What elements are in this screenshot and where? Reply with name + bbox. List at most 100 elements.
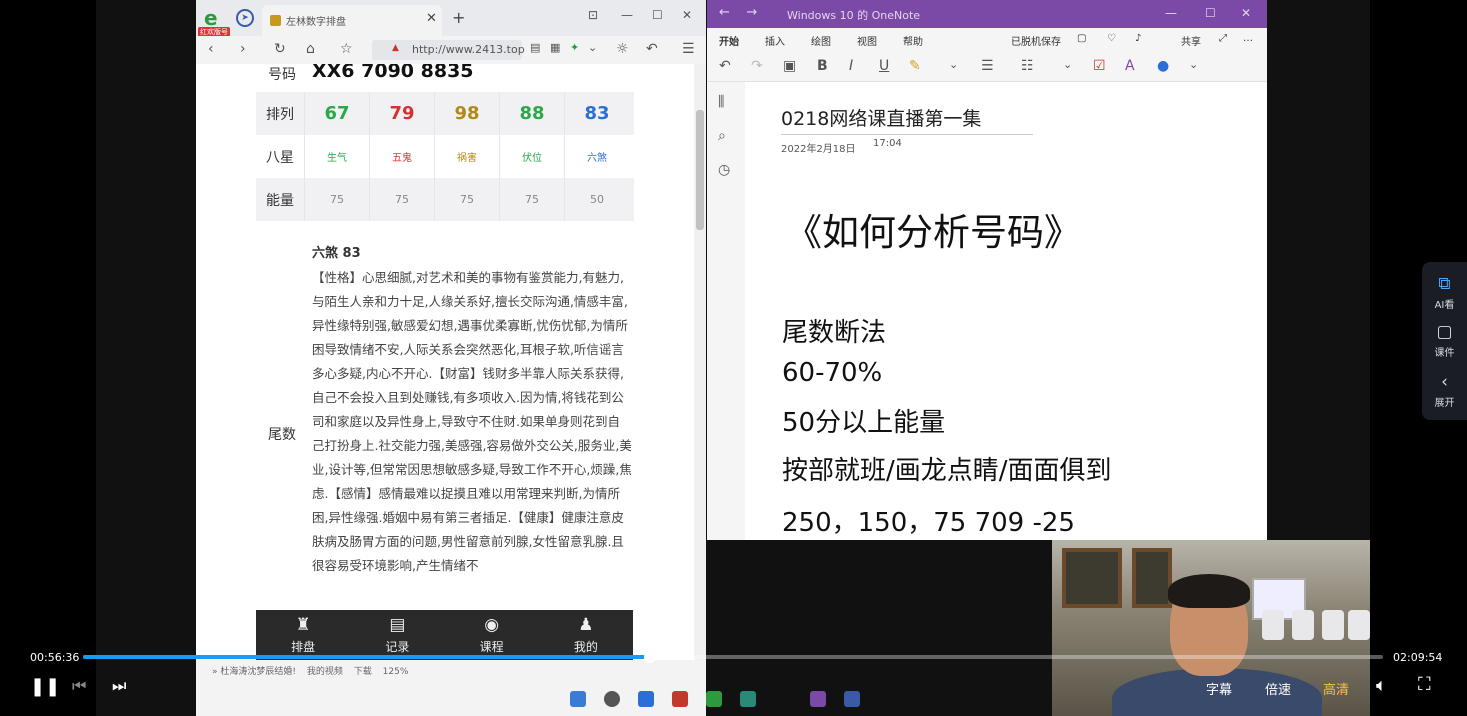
recent-icon: ◷ [718,162,731,178]
energy-cell: 75 [499,178,564,221]
analysis-grid: 排列 67 79 98 88 83 八星 生气 五鬼 祸害 伏位 六煞 能量 7… [256,92,634,221]
app-icon [672,691,688,707]
bullets-icon: ☰ [981,58,994,74]
star-value: 生气 [327,153,347,164]
minimize-icon: — [1165,6,1177,20]
cam-window-frame [1062,548,1122,608]
cam-chair [1292,610,1314,640]
grid-icon: ▦ [550,41,561,54]
pairs-row: 排列 67 79 98 88 83 [256,92,634,135]
search-icon [604,691,620,707]
expand-button[interactable]: ‹ 展开 [1422,372,1467,409]
close-icon: ✕ [1241,6,1252,20]
status-video: 我的视频 [306,667,343,677]
maximize-icon: ☐ [652,8,663,22]
note-line: 60-70% [782,358,883,388]
subtitle-button[interactable]: 字幕 [1206,679,1232,698]
minimize-icon: — [621,8,633,22]
status-zoom: 125% [382,667,409,677]
quality-button[interactable]: 高清 [1323,679,1349,698]
italic-icon: I [849,58,854,74]
pair-value: 79 [389,103,415,124]
fullscreen-icon[interactable]: ⛶ [1418,674,1431,695]
onenote-icon [810,691,826,707]
clipboard-icon: ▣ [783,58,797,74]
seek-bar-handle[interactable] [643,651,656,663]
onenote-nav-arrows-icon: ← → [719,5,758,20]
page-content: 号码 XX6 7090 8835 排列 67 79 98 88 83 八星 生气… [196,64,694,664]
energy-value: 75 [330,193,344,206]
onenote-titlebar: ← → Windows 10 的 OneNote — ☐ ✕ [707,0,1267,28]
pair-cell: 83 [564,92,629,135]
expand-icon: ⤢ [1219,33,1227,44]
number-value: XX6 7090 8835 [312,64,474,82]
pair-cell: 79 [369,92,434,135]
courseware-icon: ▢ [1436,322,1453,342]
browser-tabbar: e 红欢版号 ➤ 左林数字排盘 ✕ + ⊡ — ☐ ✕ [196,0,706,37]
seek-bar[interactable] [83,651,1383,663]
close-tab-icon: ✕ [426,11,437,26]
star-value: 伏位 [522,153,542,164]
tail-label: 尾数 [268,427,296,443]
pair-value: 83 [584,103,610,124]
cam-chair [1322,610,1344,640]
pause-button[interactable]: ❚❚ [30,676,60,697]
bold-icon: B [817,58,828,74]
list-icon: ▤ [389,615,406,635]
previous-button[interactable]: ⏮ [72,676,86,696]
pair-value: 88 [519,103,545,124]
styles-icon: A [1125,58,1135,74]
extension-icon: ✦ [570,41,580,54]
ai-icon: ⧉ [1438,274,1451,294]
volume-icon[interactable]: 🔈︎ [1376,675,1387,696]
star-value: 六煞 [587,153,607,164]
pairs-row-label: 排列 [266,106,294,123]
share-button: 共享 [1181,37,1201,48]
tab-insert: 插入 [765,37,785,48]
tail-title: 六煞 83 [312,246,361,261]
reader-icon: ▤ [530,41,541,54]
app-bottom-nav: ♜ 排盘 ▤ 记录 ◉ 课程 ♟ 我的 [256,610,633,660]
onenote-window: ← → Windows 10 的 OneNote — ☐ ✕ 开始 插入 绘图 … [707,0,1267,540]
speed-button[interactable]: 倍速 [1265,679,1291,698]
onenote-sidebar: ⫼ ⌕ ◷ [707,82,745,540]
nav-item-paipan: ♜ 排盘 [256,610,350,660]
nav-item-record: ▤ 记录 [350,610,444,660]
back-icon: ‹ [208,41,214,57]
pair-cell: 88 [499,92,564,135]
pair-cell: 98 [434,92,499,135]
browser-tab-title: 左林数字排盘 [286,17,346,28]
onenote-window-title: Windows 10 的 OneNote [787,9,921,22]
pair-value: 67 [324,103,350,124]
address-bar: ▲ http://www.2413.top [372,40,525,60]
star-cell: 祸害 [434,135,499,178]
star-value: 祸害 [457,153,477,164]
side-panel: ⧉ AI看 ▢ 课件 ‹ 展开 [1422,262,1467,420]
tie-icon: ♜ [295,615,311,635]
close-window-icon: ✕ [682,8,693,22]
chevron-down-icon: ⌄ [1063,58,1073,71]
windows-taskbar [560,688,920,712]
energy-cell: 75 [434,178,499,221]
status-news: » 杜海涛沈梦辰结婚! [212,667,296,677]
menu-icon: ☰ [682,41,695,57]
compass-icon: ➤ [236,9,254,27]
energy-value: 75 [460,193,474,206]
pair-value: 98 [454,103,480,124]
video-player[interactable]: e 红欢版号 ➤ 左林数字排盘 ✕ + ⊡ — ☐ ✕ ‹ › ↻ ⌂ ☆ ▲ … [0,0,1467,716]
star-cell: 六煞 [564,135,629,178]
chevron-down-icon: ⌄ [1189,58,1199,71]
refresh-icon: ↻ [274,41,286,57]
new-tab-icon: + [452,8,466,27]
energy-cell: 75 [369,178,434,221]
note-line: 50分以上能量 [782,408,946,438]
page-title: 0218网络课直播第一集 [781,108,982,130]
nav-item-mine: ♟ 我的 [539,610,633,660]
ai-watch-button[interactable]: ⧉ AI看 [1422,274,1467,311]
star-cell: 伏位 [499,135,564,178]
courseware-button[interactable]: ▢ 课件 [1422,322,1467,359]
next-button[interactable]: ⏭ [112,676,126,696]
browser-icon [706,691,722,707]
seek-bar-fill [83,655,650,659]
dictate-icon: ● [1157,58,1170,74]
